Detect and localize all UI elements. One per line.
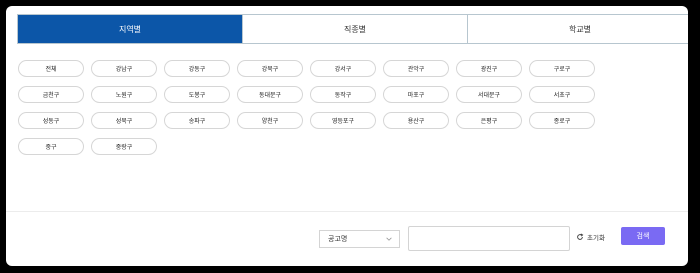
search-type-select[interactable]: 공고명	[319, 230, 400, 248]
region-chip[interactable]: 용산구	[383, 112, 449, 129]
region-chip[interactable]: 광진구	[456, 60, 522, 77]
tab-region[interactable]: 지역별	[18, 15, 242, 43]
tab-job-type[interactable]: 직종별	[242, 15, 467, 43]
divider	[6, 211, 688, 212]
region-chip[interactable]: 동작구	[310, 86, 376, 103]
region-chip[interactable]: 은평구	[456, 112, 522, 129]
region-chip[interactable]: 관악구	[383, 60, 449, 77]
region-chip[interactable]: 노원구	[91, 86, 157, 103]
region-chip[interactable]: 중구	[18, 138, 84, 155]
region-chip[interactable]: 금천구	[18, 86, 84, 103]
region-chip[interactable]: 영등포구	[310, 112, 376, 129]
region-chip[interactable]: 송파구	[164, 112, 230, 129]
region-chip[interactable]: 중랑구	[91, 138, 157, 155]
region-chip[interactable]: 도봉구	[164, 86, 230, 103]
region-chip[interactable]: 강남구	[91, 60, 157, 77]
region-chip[interactable]: 서대문구	[456, 86, 522, 103]
search-input[interactable]	[408, 226, 570, 251]
region-chip[interactable]: 종로구	[529, 112, 595, 129]
region-chip[interactable]: 구로구	[529, 60, 595, 77]
region-chip[interactable]: 성동구	[18, 112, 84, 129]
reset-label: 초기화	[587, 234, 605, 242]
category-tabs: 지역별 직종별 학교별	[17, 14, 688, 44]
region-chip[interactable]: 전체	[18, 60, 84, 77]
region-chip-list: 전체 강남구 강동구 강북구 강서구 관악구 광진구 구로구금천구 노원구 도봉구 동대문구 동작구 마…	[18, 60, 618, 155]
region-chip[interactable]: 강북구	[237, 60, 303, 77]
region-chip[interactable]: 양천구	[237, 112, 303, 129]
region-chip[interactable]: 강서구	[310, 60, 376, 77]
search-button[interactable]: 검색	[621, 227, 665, 245]
region-chip[interactable]: 강동구	[164, 60, 230, 77]
chevron-down-icon	[386, 237, 392, 241]
search-type-value: 공고명	[328, 235, 348, 243]
region-chip[interactable]: 서초구	[529, 86, 595, 103]
region-chip[interactable]: 동대문구	[237, 86, 303, 103]
filter-panel: 지역별 직종별 학교별 전체 강남구 강동구 강북구 강서구 관악구 광진구 구로구금천구 노원…	[6, 6, 688, 266]
reset-button[interactable]: 초기화	[576, 232, 605, 242]
region-chip[interactable]: 성북구	[91, 112, 157, 129]
region-chip[interactable]: 마포구	[383, 86, 449, 103]
refresh-icon	[577, 233, 584, 240]
tab-school[interactable]: 학교별	[467, 15, 688, 43]
